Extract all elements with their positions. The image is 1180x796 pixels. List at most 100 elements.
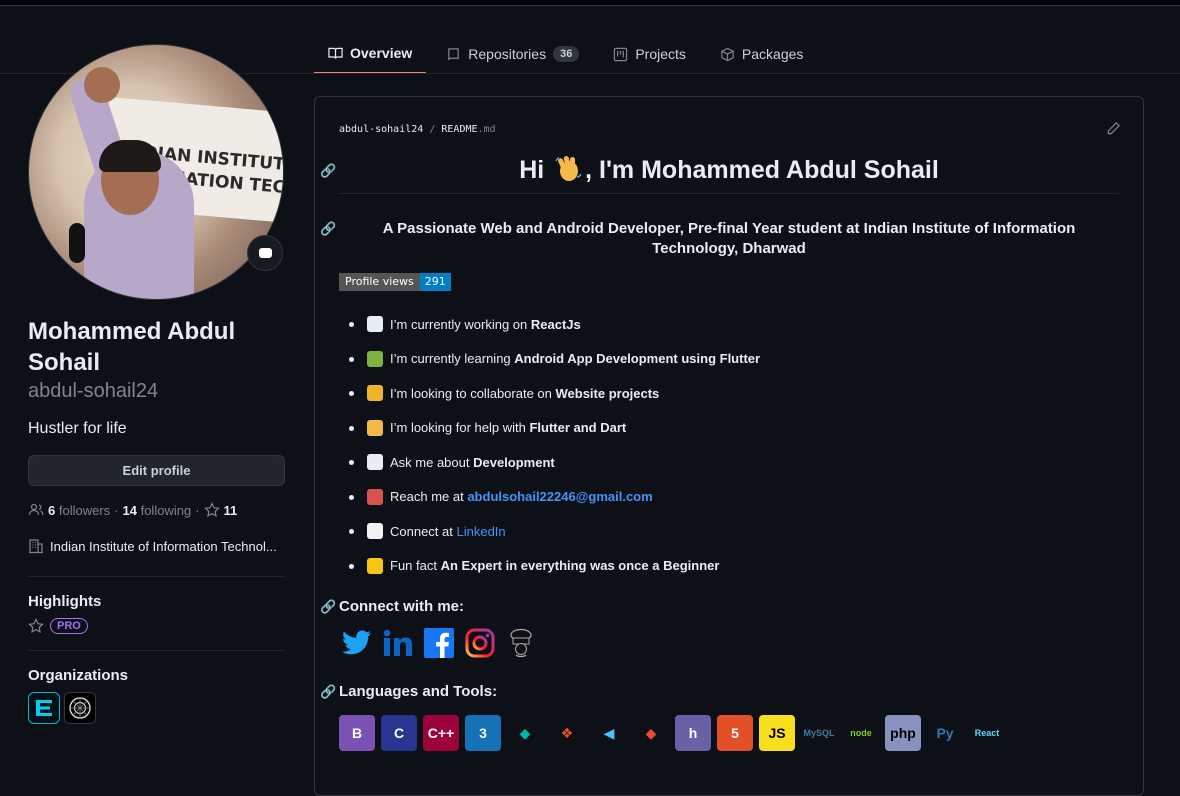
readme-path: abdul-sohail24 / README.md bbox=[339, 124, 496, 135]
flutter-icon[interactable]: ◀ bbox=[591, 715, 627, 751]
c-icon[interactable]: C bbox=[381, 715, 417, 751]
fact-bold-text: Flutter and Dart bbox=[529, 420, 627, 436]
git-icon[interactable]: ◆ bbox=[633, 715, 669, 751]
tab-packages[interactable]: Packages bbox=[706, 34, 817, 74]
organizations-list bbox=[28, 692, 285, 724]
profile-name: Mohammed Abdul Sohail bbox=[28, 318, 236, 376]
link-icon[interactable]: 🔗 bbox=[320, 221, 336, 237]
fact-text: I’m currently working on bbox=[390, 316, 531, 332]
fact-item: Fun fact An Expert in everything was onc… bbox=[349, 549, 760, 584]
highlights-title: Highlights bbox=[28, 593, 102, 610]
waving-hand-icon bbox=[553, 155, 583, 183]
html5-icon[interactable]: 5 bbox=[717, 715, 753, 751]
linkedin-icon[interactable] bbox=[382, 627, 413, 658]
set-status-button[interactable] bbox=[247, 235, 283, 271]
tab-projects[interactable]: Projects bbox=[599, 34, 700, 74]
readme-heading: Hi , I'm Mohammed Abdul Sohail bbox=[339, 155, 1119, 194]
fact-text: I’m looking for help with bbox=[390, 420, 530, 436]
link-icon[interactable]: 🔗 bbox=[320, 684, 336, 700]
figma-icon[interactable]: ❖ bbox=[549, 715, 585, 751]
fact-link[interactable]: abdulsohail22246@gmail.com bbox=[467, 489, 652, 504]
fact-text: Reach me at bbox=[390, 489, 468, 505]
tab-label: Repositories bbox=[468, 46, 547, 62]
twitter-icon[interactable] bbox=[341, 627, 372, 658]
facts-list: I’m currently working on ReactJs I’m curr… bbox=[349, 307, 760, 583]
stars-count: 11 bbox=[223, 502, 238, 518]
tab-label: Overview bbox=[350, 45, 413, 61]
follow-stats: 6 followers · 14 following · 11 bbox=[28, 502, 285, 518]
edit-profile-button[interactable]: Edit profile bbox=[28, 455, 285, 486]
cplusplus-icon[interactable]: C++ bbox=[423, 715, 459, 751]
divider bbox=[28, 576, 285, 577]
social-links bbox=[341, 627, 536, 658]
link-icon[interactable]: 🔗 bbox=[320, 599, 336, 615]
profile-views-label: Profile views bbox=[339, 273, 420, 291]
php-icon[interactable]: php bbox=[885, 715, 921, 751]
javascript-icon[interactable]: JS bbox=[759, 715, 795, 751]
organization-avatar[interactable] bbox=[28, 692, 60, 724]
connect-title: Connect with me: bbox=[339, 598, 465, 615]
edit-readme-button[interactable] bbox=[1106, 121, 1121, 139]
profile-views-badge: Profile views 291 bbox=[339, 273, 451, 291]
tab-label: Packages bbox=[741, 46, 804, 62]
bootstrap-icon[interactable]: B bbox=[339, 715, 375, 751]
following-link[interactable]: 14 following bbox=[123, 503, 192, 518]
fact-text: Connect at bbox=[390, 523, 457, 539]
organizations-title: Organizations bbox=[28, 667, 129, 684]
fact-emoji-icon bbox=[367, 385, 383, 402]
book-icon bbox=[328, 47, 343, 59]
fact-bold-text: ReactJs bbox=[530, 316, 581, 332]
fact-item: I’m currently working on ReactJs bbox=[349, 307, 760, 342]
fact-emoji-icon bbox=[367, 419, 383, 436]
fact-text: I’m currently learning bbox=[390, 351, 515, 367]
avatar-microphone bbox=[69, 223, 85, 263]
mysql-icon[interactable]: MySQL bbox=[801, 715, 837, 751]
dot-separator: · bbox=[195, 502, 200, 518]
fact-bold-text: Website projects bbox=[555, 385, 660, 401]
fact-emoji-icon bbox=[367, 557, 383, 574]
org-logo-icon bbox=[69, 697, 91, 719]
facebook-icon[interactable] bbox=[423, 627, 454, 658]
followers-link[interactable]: 6 followers bbox=[48, 503, 110, 518]
organization-name: Indian Institute of Information Technol.… bbox=[50, 538, 277, 554]
nodejs-icon[interactable]: node bbox=[843, 715, 879, 751]
avatar-hair bbox=[99, 140, 161, 172]
top-bar bbox=[0, 0, 1180, 6]
fact-item: Reach me at abdulsohail22246@gmail.com bbox=[349, 480, 760, 515]
avatar-hand bbox=[84, 67, 120, 103]
tab-repositories[interactable]: Repositories 36 bbox=[432, 34, 593, 74]
tab-overview[interactable]: Overview bbox=[314, 34, 427, 74]
star-icon bbox=[28, 618, 44, 634]
heroku-icon[interactable]: h bbox=[675, 715, 711, 751]
tools-list: B C C++ 3 ◆ ❖ ◀ ◆ h 5 JS MySQL node php Py React bbox=[339, 715, 1005, 751]
react-icon[interactable]: React bbox=[969, 715, 1005, 751]
readme-card: abdul-sohail24 / README.md 🔗 Hi , I'm Mo… bbox=[314, 96, 1144, 796]
people-icon bbox=[28, 503, 44, 516]
instagram-icon[interactable] bbox=[464, 627, 495, 658]
speech-bubble-icon bbox=[258, 248, 272, 258]
readme-path-file[interactable]: README bbox=[441, 124, 477, 135]
dot-separator: · bbox=[114, 502, 119, 518]
org-logo-icon bbox=[36, 700, 52, 716]
link-icon[interactable]: 🔗 bbox=[320, 163, 336, 179]
pro-badge[interactable]: PRO bbox=[50, 618, 88, 634]
fact-link[interactable]: LinkedIn bbox=[457, 524, 506, 539]
fact-item: Ask me about Development bbox=[349, 445, 760, 480]
organization-avatar[interactable] bbox=[64, 692, 96, 724]
followers-count: 6 bbox=[48, 502, 56, 518]
followers-label: followers bbox=[58, 502, 111, 518]
repo-count-badge: 36 bbox=[553, 46, 580, 62]
codechef-icon[interactable] bbox=[505, 627, 536, 658]
avatar[interactable]: NDIAN INSTITUTE OF FORMATION TECHNC bbox=[28, 44, 284, 300]
dart-icon[interactable]: ◆ bbox=[507, 715, 543, 751]
readme-path-separator: / bbox=[429, 124, 436, 135]
profile-tabs: Overview Repositories 36 Projects Packag… bbox=[314, 34, 817, 74]
fact-item: I’m currently learning Android App Devel… bbox=[349, 342, 760, 377]
python-icon[interactable]: Py bbox=[927, 715, 963, 751]
readme-path-user[interactable]: abdul-sohail24 bbox=[339, 124, 423, 135]
stars-link[interactable]: 11 bbox=[203, 502, 238, 518]
css3-icon[interactable]: 3 bbox=[465, 715, 501, 751]
pro-highlight: PRO bbox=[28, 618, 285, 634]
languages-title: Languages and Tools: bbox=[339, 683, 498, 700]
following-label: following bbox=[140, 502, 192, 518]
